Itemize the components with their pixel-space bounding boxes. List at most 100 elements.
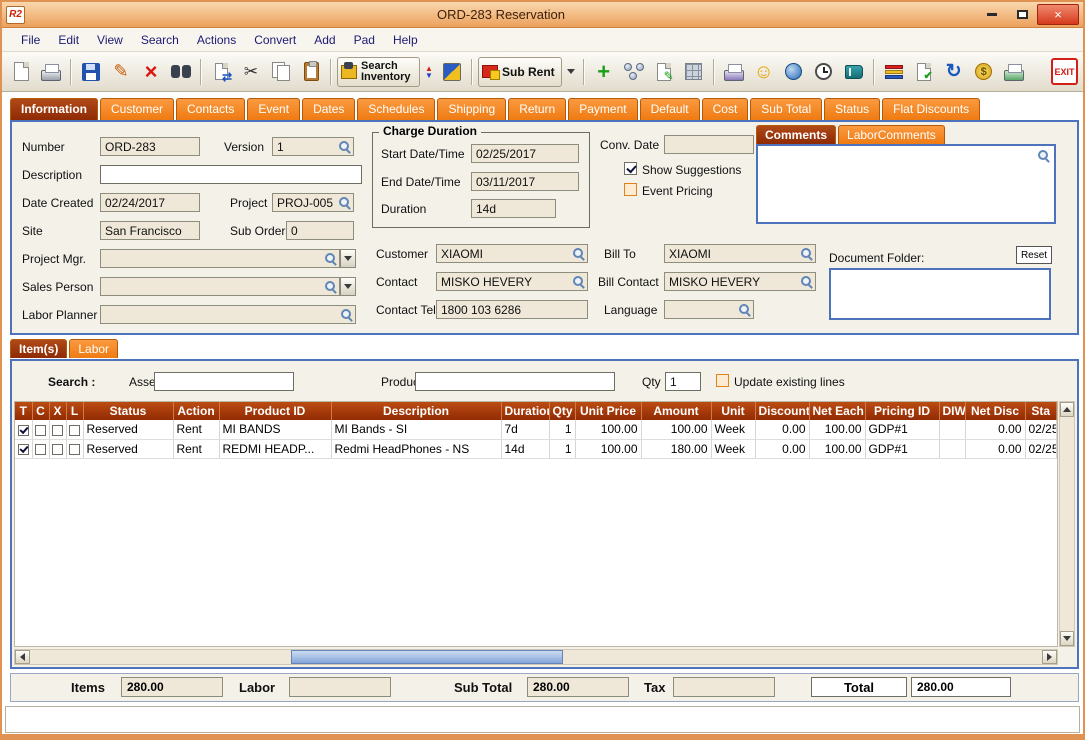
col-l[interactable]: L	[66, 402, 83, 420]
start-date-field[interactable]: 02/25/2017	[471, 144, 579, 163]
globe-button[interactable]	[780, 58, 808, 86]
project-mgr-field[interactable]	[100, 249, 340, 268]
add-button[interactable]: +	[590, 58, 618, 86]
tab-flatdiscounts[interactable]: Flat Discounts	[882, 98, 980, 120]
col-status[interactable]: Status	[83, 402, 173, 420]
scroll-down-button[interactable]	[1060, 631, 1074, 646]
menu-item-view[interactable]: View	[88, 31, 132, 49]
table-row[interactable]: Reserved Rent MI BANDS MI Bands - SI 7d …	[15, 420, 1057, 439]
menu-item-convert[interactable]: Convert	[245, 31, 305, 49]
scroll-left-button[interactable]	[15, 650, 30, 664]
row-c-checkbox[interactable]	[35, 425, 46, 436]
print-button[interactable]	[37, 58, 65, 86]
row-c-checkbox[interactable]	[35, 444, 46, 455]
tab-event[interactable]: Event	[247, 98, 300, 120]
book-button[interactable]	[840, 58, 868, 86]
col-discount[interactable]: Discount	[755, 402, 809, 420]
menu-item-add[interactable]: Add	[305, 31, 344, 49]
language-lookup-icon[interactable]	[738, 303, 751, 316]
find-button[interactable]	[167, 58, 195, 86]
menu-item-edit[interactable]: Edit	[49, 31, 88, 49]
col-product-id[interactable]: Product ID	[219, 402, 331, 420]
stack-button[interactable]	[880, 58, 908, 86]
document-folder-box[interactable]	[829, 268, 1051, 320]
project-lookup-icon[interactable]	[338, 196, 351, 209]
search-inventory-button[interactable]: Search Inventory	[337, 57, 420, 87]
tab-cost[interactable]: Cost	[702, 98, 749, 120]
menu-item-help[interactable]: Help	[384, 31, 427, 49]
conv-date-field[interactable]	[664, 135, 754, 154]
tab-payment[interactable]: Payment	[568, 98, 637, 120]
col-x[interactable]: X	[49, 402, 66, 420]
bill-to-lookup-icon[interactable]	[800, 247, 813, 260]
save-button[interactable]	[77, 58, 105, 86]
comments-lookup-icon[interactable]	[1037, 149, 1050, 162]
row-l-checkbox[interactable]	[69, 425, 80, 436]
clock-button[interactable]	[810, 58, 838, 86]
contact-tel-field[interactable]: 1800 103 6286	[436, 300, 588, 319]
tab-schedules[interactable]: Schedules	[357, 98, 435, 120]
tab-labor[interactable]: Labor	[69, 339, 118, 358]
col-duration[interactable]: Duration	[501, 402, 549, 420]
tab-return[interactable]: Return	[508, 98, 566, 120]
bill-contact-lookup-icon[interactable]	[800, 275, 813, 288]
comments-box[interactable]	[756, 144, 1056, 224]
col-description[interactable]: Description	[331, 402, 501, 420]
sales-person-field[interactable]	[100, 277, 340, 296]
col-qty[interactable]: Qty	[549, 402, 575, 420]
new-button[interactable]	[7, 58, 35, 86]
col-sta[interactable]: Sta	[1025, 402, 1057, 420]
col-action[interactable]: Action	[173, 402, 219, 420]
col-c[interactable]: C	[32, 402, 49, 420]
col-net-disc[interactable]: Net Disc	[965, 402, 1025, 420]
col-net-each[interactable]: Net Each	[809, 402, 865, 420]
event-pricing-checkbox[interactable]	[624, 183, 637, 196]
row-x-checkbox[interactable]	[52, 444, 63, 455]
row-x-checkbox[interactable]	[52, 425, 63, 436]
tab-customer[interactable]: Customer	[100, 98, 174, 120]
col-amount[interactable]: Amount	[641, 402, 711, 420]
update-lines-checkbox[interactable]	[716, 374, 729, 387]
edit-button[interactable]: ✎	[107, 58, 135, 86]
language-field[interactable]	[664, 300, 754, 319]
delete-button[interactable]: ×	[137, 58, 165, 86]
row-t-checkbox[interactable]	[18, 444, 29, 455]
project-mgr-lookup-icon[interactable]	[324, 252, 337, 265]
tasks-button[interactable]: ✔	[910, 58, 938, 86]
menu-item-pad[interactable]: Pad	[345, 31, 384, 49]
menu-item-file[interactable]: File	[12, 31, 49, 49]
product-input[interactable]	[415, 372, 615, 391]
tab-status[interactable]: Status	[824, 98, 880, 120]
tab-shipping[interactable]: Shipping	[437, 98, 506, 120]
tab-information[interactable]: Information	[10, 98, 98, 120]
scroll-right-button[interactable]	[1042, 650, 1057, 664]
tab-items[interactable]: Item(s)	[10, 339, 67, 358]
sub-rent-button[interactable]: Sub Rent	[478, 57, 562, 87]
horizontal-scrollbar[interactable]	[14, 649, 1058, 665]
sub-orders-field[interactable]: 0	[286, 221, 354, 240]
labor-planner-lookup-icon[interactable]	[340, 308, 353, 321]
tab-comments[interactable]: Comments	[756, 125, 836, 144]
asset-input[interactable]	[154, 372, 294, 391]
duration-field[interactable]: 14d	[471, 199, 556, 218]
scrollbar-thumb[interactable]	[291, 650, 563, 664]
number-field[interactable]: ORD-283	[100, 137, 200, 156]
col-pricing-id[interactable]: Pricing ID	[865, 402, 939, 420]
close-button[interactable]: ×	[1037, 4, 1079, 25]
col-unit[interactable]: Unit	[711, 402, 755, 420]
project-field[interactable]: PROJ-005	[272, 193, 354, 212]
reset-button[interactable]: Reset	[1016, 246, 1052, 264]
sort-arrows-button[interactable]: ▲ ▼	[422, 58, 436, 86]
color-print-button[interactable]	[1000, 58, 1028, 86]
customer-lookup-icon[interactable]	[572, 247, 585, 260]
tab-contacts[interactable]: Contacts	[176, 98, 245, 120]
grid-button[interactable]	[680, 58, 708, 86]
show-suggestions-checkbox[interactable]	[624, 162, 637, 175]
version-field[interactable]: 1	[272, 137, 354, 156]
customer-field[interactable]: XIAOMI	[436, 244, 588, 263]
notes-button[interactable]: ✎	[650, 58, 678, 86]
sales-person-lookup-icon[interactable]	[324, 280, 337, 293]
maximize-button[interactable]	[1008, 5, 1036, 25]
contact-field[interactable]: MISKO HEVERY	[436, 272, 588, 291]
minimize-button[interactable]	[978, 5, 1006, 25]
